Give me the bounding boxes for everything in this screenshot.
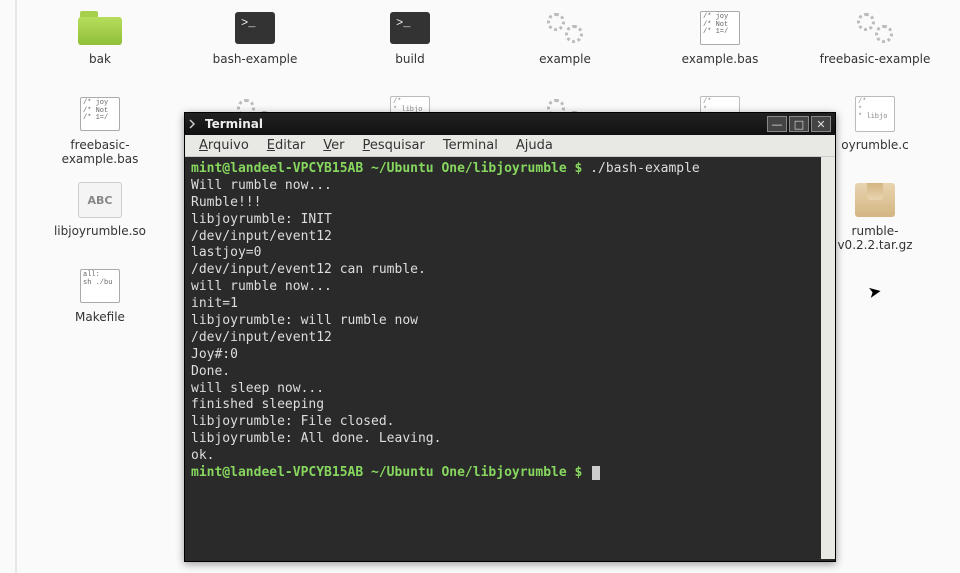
menu-ver[interactable]: Ver	[315, 136, 352, 155]
terminal-output-line: lastjoy=0	[191, 245, 829, 262]
desktop-icon[interactable]: freebasic-example	[815, 8, 935, 94]
menu-arquivo[interactable]: Arquivo	[191, 136, 257, 155]
terminal-output-line: finished sleeping	[191, 397, 829, 414]
desktop-icon[interactable]: all:sh ./bu Makefile	[40, 266, 160, 352]
window-title: Terminal	[205, 117, 263, 131]
icon-label: bash-example	[213, 52, 298, 66]
terminal-output-line: will rumble now...	[191, 279, 829, 296]
icon-label: freebasic-example.bas	[40, 138, 160, 167]
terminal-prompt: mint@landeel-VPCYB15AB ~/Ubuntu One/libj…	[191, 161, 829, 178]
terminal-output-line: ok.	[191, 448, 829, 465]
terminal-body[interactable]: mint@landeel-VPCYB15AB ~/Ubuntu One/libj…	[185, 157, 835, 561]
script-icon: /* joy/* Not/* 1=/	[76, 94, 124, 134]
minimize-button[interactable]: —	[767, 116, 787, 132]
icon-label: Makefile	[75, 310, 125, 324]
terminal-output-line: Will rumble now...	[191, 178, 829, 195]
desktop-icon[interactable]: build	[350, 8, 470, 94]
desktop-icon[interactable]: ABC libjoyrumble.so	[40, 180, 160, 266]
terminal-output-line: /dev/input/event12	[191, 330, 829, 347]
icon-label: libjoyrumble.so	[54, 224, 146, 238]
gear-icon	[541, 8, 589, 48]
icon-label: example	[539, 52, 591, 66]
menu-ajuda[interactable]: Ajuda	[508, 136, 561, 155]
desktop-icon[interactable]: /* joy/* Not/* 1=/ example.bas	[660, 8, 780, 94]
terminal-output-line: libjoyrumble: will rumble now	[191, 313, 829, 330]
terminal-output-line: Done.	[191, 364, 829, 381]
icon-label: example.bas	[682, 52, 759, 66]
desktop-icon[interactable]: /* joy/* Not/* 1=/ freebasic-example.bas	[40, 94, 160, 180]
menu-pesquisar[interactable]: Pesquisar	[355, 136, 433, 155]
desktop-icon[interactable]: bak	[40, 8, 160, 94]
exe-icon	[231, 8, 279, 48]
terminal-app-icon	[189, 119, 199, 129]
close-button[interactable]: ✕	[811, 116, 831, 132]
terminal-output-line: libjoyrumble: All done. Leaving.	[191, 431, 829, 448]
terminal-output-line: /dev/input/event12 can rumble.	[191, 262, 829, 279]
terminal-output-line: libjoyrumble: File closed.	[191, 414, 829, 431]
script-icon: /* joy/* Not/* 1=/	[696, 8, 744, 48]
terminal-output-line: init=1	[191, 296, 829, 313]
gear-icon	[851, 8, 899, 48]
archive-icon	[851, 180, 899, 220]
terminal-prompt: mint@landeel-VPCYB15AB ~/Ubuntu One/libj…	[191, 465, 829, 482]
desktop-icon[interactable]: example	[505, 8, 625, 94]
terminal-output-line: Joy#:0	[191, 347, 829, 364]
terminal-output-line: libjoyrumble: INIT	[191, 212, 829, 229]
terminal-output-line: will sleep now...	[191, 381, 829, 398]
icon-label: build	[395, 52, 425, 66]
so-icon: ABC	[76, 180, 124, 220]
terminal-output-line: /dev/input/event12	[191, 229, 829, 246]
icon-label: freebasic-example	[820, 52, 931, 66]
terminal-output-line: Rumble!!!	[191, 195, 829, 212]
script-icon: all:sh ./bu	[76, 266, 124, 306]
folder-icon	[76, 8, 124, 48]
text-icon: /*** libjo	[851, 94, 899, 134]
desktop-icon[interactable]: bash-example	[195, 8, 315, 94]
exe-icon	[386, 8, 434, 48]
panel-edge	[15, 0, 17, 573]
menu-editar[interactable]: Editar	[259, 136, 314, 155]
titlebar[interactable]: Terminal — □ ✕	[185, 113, 835, 135]
cursor-block-icon	[592, 466, 600, 480]
maximize-button[interactable]: □	[789, 116, 809, 132]
terminal-window[interactable]: Terminal — □ ✕ Arquivo Editar Ver Pesqui…	[184, 112, 836, 562]
icon-label: bak	[89, 52, 111, 66]
icon-label: oyrumble.c	[841, 138, 908, 152]
scrollbar[interactable]	[821, 157, 835, 559]
menubar[interactable]: Arquivo Editar Ver Pesquisar Terminal Aj…	[185, 135, 835, 157]
menu-terminal[interactable]: Terminal	[435, 136, 506, 155]
